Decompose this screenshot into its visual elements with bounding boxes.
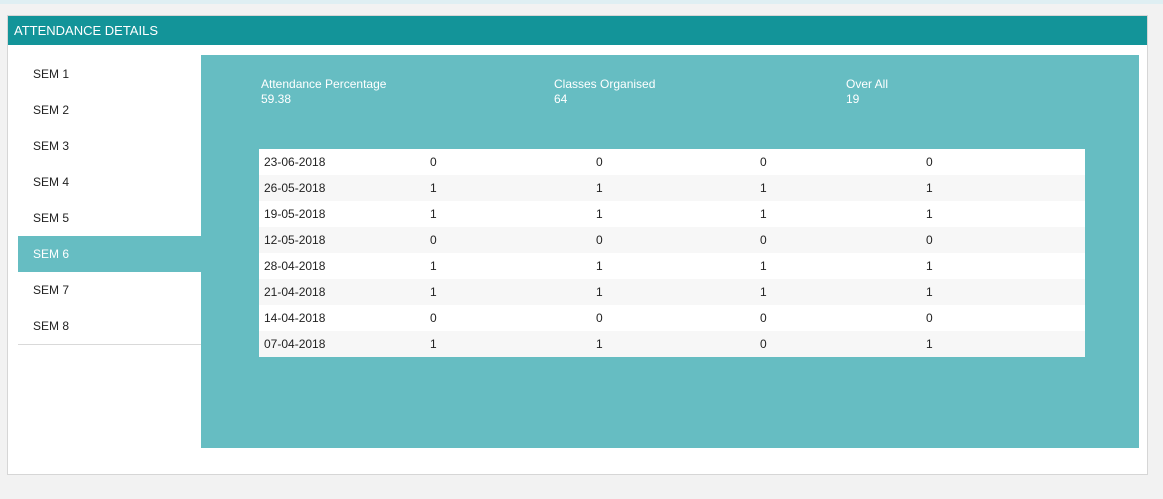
table-cell-value: 1	[926, 279, 1085, 305]
table-cell-value: 1	[926, 207, 933, 221]
table-cell-value: 1	[430, 207, 437, 221]
attendance-percentage-stat: Attendance Percentage 59.38	[261, 77, 386, 107]
semester-nav: SEM 1 SEM 2 SEM 3 SEM 4 SEM 5 SEM 6 SEM …	[18, 56, 201, 345]
sidebar-item-sem-1[interactable]: SEM 1	[18, 56, 201, 92]
table-cell-value: 0	[760, 331, 926, 357]
table-cell-value: 1	[926, 175, 1085, 201]
table-row: 07-04-2018 1 1 0 1	[259, 331, 1085, 357]
table-cell-value: 1	[596, 175, 760, 201]
table-cell-value: 0	[596, 227, 760, 253]
table-cell-value: 1	[430, 331, 596, 357]
table-cell-value: 1	[430, 175, 596, 201]
table-cell-value: 0	[926, 227, 1085, 253]
attendance-percentage-label: Attendance Percentage	[261, 77, 387, 91]
sidebar-item-sem-5[interactable]: SEM 5	[18, 200, 201, 236]
table-cell-value: 0	[596, 311, 603, 325]
table-row: 28-04-2018 1 1 1 1	[259, 253, 1085, 279]
classes-organised-stat: Classes Organised 64	[554, 77, 655, 107]
sidebar-item-sem-8[interactable]: SEM 8	[18, 308, 201, 344]
attendance-percentage-value: 59.38	[261, 92, 292, 106]
table-row: 14-04-2018 0 0 0 0	[259, 305, 1085, 331]
classes-organised-label: Classes Organised	[554, 77, 656, 91]
classes-organised-value: 64	[554, 92, 568, 106]
table-cell-value: 0	[430, 155, 437, 169]
table-cell-value: 1	[760, 279, 926, 305]
attendance-table-body: 23-06-2018 0 0 0 0 26-05-2018 1 1 1 1 19-05-2018 1 1…	[259, 149, 1085, 357]
table-cell-value: 0	[430, 311, 437, 325]
panel-title: ATTENDANCE DETAILS	[8, 16, 1147, 45]
table-cell-value: 1	[926, 259, 933, 273]
table-cell-value: 1	[596, 279, 760, 305]
table-cell-value: 0	[926, 311, 933, 325]
table-cell-date: 07-04-2018	[259, 331, 430, 357]
table-cell-value: 0	[760, 311, 767, 325]
table-cell-value: 1	[430, 259, 437, 273]
table-cell-value: 1	[760, 207, 767, 221]
attendance-table: 23-06-2018 0 0 0 0 26-05-2018 1 1 1 1 19-05-2018 1 1…	[259, 149, 1085, 357]
sidebar-item-sem-6[interactable]: SEM 6	[18, 236, 201, 272]
table-cell-value: 1	[596, 259, 603, 273]
table-cell-value: 0	[430, 227, 596, 253]
table-row: 19-05-2018 1 1 1 1	[259, 201, 1085, 227]
table-row: 12-05-2018 0 0 0 0	[259, 227, 1085, 253]
sidebar-item-sem-7[interactable]: SEM 7	[18, 272, 201, 308]
table-cell-date: 26-05-2018	[259, 175, 430, 201]
table-cell-value: 0	[760, 155, 767, 169]
table-row: 21-04-2018 1 1 1 1	[259, 279, 1085, 305]
semester-content: Attendance Percentage 59.38 Classes Orga…	[201, 55, 1139, 448]
table-cell-date: 23-06-2018	[264, 155, 326, 169]
table-cell-value: 1	[926, 331, 1085, 357]
attendance-panel: ATTENDANCE DETAILS SEM 1 SEM 2 SEM 3 SEM…	[7, 15, 1148, 475]
table-cell-value: 1	[596, 331, 760, 357]
table-cell-value: 1	[760, 259, 767, 273]
table-cell-value: 1	[596, 207, 603, 221]
table-cell-date: 12-05-2018	[259, 227, 430, 253]
table-cell-value: 0	[760, 227, 926, 253]
over-all-label: Over All	[846, 77, 889, 91]
table-cell-date: 21-04-2018	[259, 279, 430, 305]
table-cell-value: 0	[926, 155, 933, 169]
table-row: 26-05-2018 1 1 1 1	[259, 175, 1085, 201]
sidebar-item-sem-4[interactable]: SEM 4	[18, 164, 201, 200]
table-cell-value: 1	[760, 175, 926, 201]
table-row: 23-06-2018 0 0 0 0	[259, 149, 1085, 175]
table-cell-date: 14-04-2018	[264, 311, 326, 325]
table-cell-value: 0	[596, 155, 603, 169]
sidebar-item-sem-2[interactable]: SEM 2	[18, 92, 201, 128]
table-cell-date: 19-05-2018	[264, 207, 326, 221]
over-all-stat: Over All 19	[846, 77, 888, 107]
top-strip	[0, 0, 1163, 4]
over-all-value: 19	[846, 92, 860, 106]
table-cell-value: 1	[430, 279, 596, 305]
sidebar-item-sem-3[interactable]: SEM 3	[18, 128, 201, 164]
table-cell-date: 28-04-2018	[264, 259, 326, 273]
